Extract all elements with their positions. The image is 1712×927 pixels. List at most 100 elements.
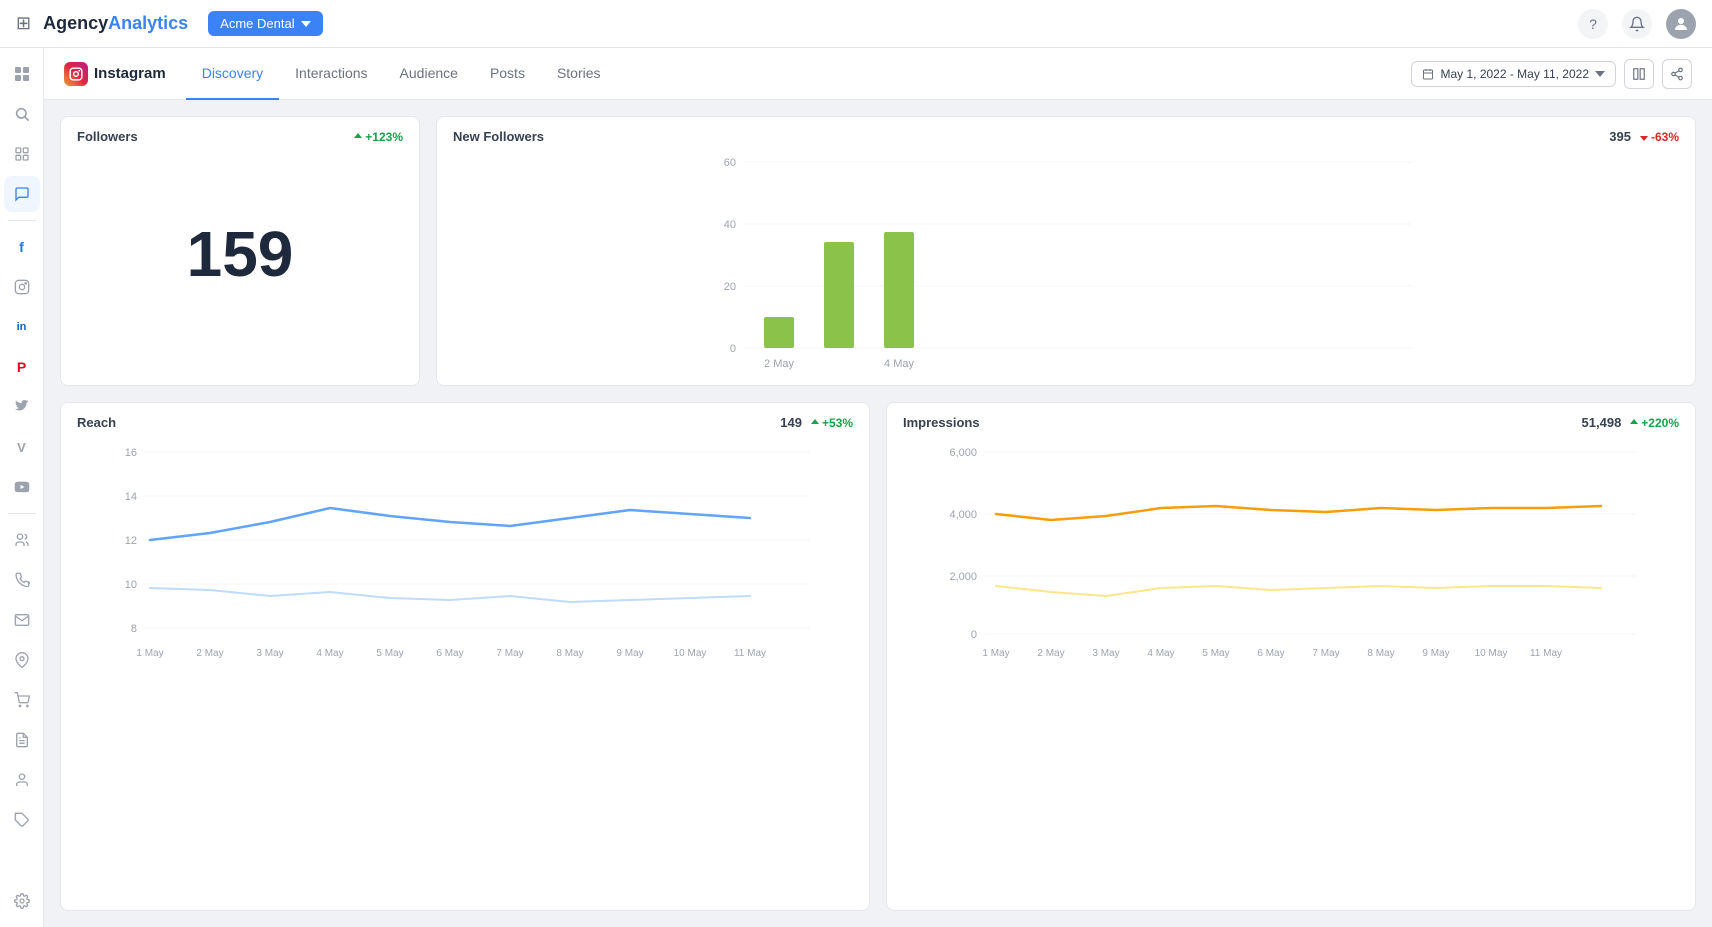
new-followers-value: 395 xyxy=(1609,129,1631,144)
svg-text:12: 12 xyxy=(125,535,137,547)
help-icon[interactable]: ? xyxy=(1578,9,1608,39)
followers-body: 159 xyxy=(61,152,419,372)
topbar: ⊞ AgencyAnalytics Acme Dental ? xyxy=(0,0,1712,48)
reach-up-icon xyxy=(810,418,820,428)
tab-posts[interactable]: Posts xyxy=(474,48,541,100)
svg-text:7 May: 7 May xyxy=(1312,648,1339,659)
svg-text:5 May: 5 May xyxy=(1202,648,1229,659)
reach-title: Reach xyxy=(77,415,116,430)
sidebar-item-widgets[interactable] xyxy=(4,136,40,172)
svg-text:3 May: 3 May xyxy=(1092,648,1119,659)
calendar-icon xyxy=(1422,68,1434,80)
sidebar-item-pinterest[interactable]: P xyxy=(4,349,40,385)
svg-text:11 May: 11 May xyxy=(734,648,766,659)
followers-title: Followers xyxy=(77,129,138,144)
sidebar-item-linkedin[interactable]: in xyxy=(4,309,40,345)
svg-text:9 May: 9 May xyxy=(616,648,643,659)
topbar-right: ? xyxy=(1578,9,1696,39)
content-area: Instagram Discovery Interactions Audienc… xyxy=(44,48,1712,927)
sidebar-item-mail[interactable] xyxy=(4,602,40,638)
impressions-value: 51,498 xyxy=(1582,415,1622,430)
dashboard: Followers +123% 159 New Followers xyxy=(44,100,1712,927)
logo-agency: Agency xyxy=(43,13,108,34)
impressions-up-icon xyxy=(1629,418,1639,428)
column-view-button[interactable] xyxy=(1624,59,1654,89)
navbar: Instagram Discovery Interactions Audienc… xyxy=(44,48,1712,100)
sidebar-item-twitter[interactable] xyxy=(4,389,40,425)
new-followers-title: New Followers xyxy=(453,129,544,144)
logo: AgencyAnalytics xyxy=(43,13,188,34)
svg-text:4 May: 4 May xyxy=(884,358,914,370)
tab-audience[interactable]: Audience xyxy=(384,48,474,100)
sidebar-item-vimeo[interactable]: V xyxy=(4,429,40,465)
sidebar-item-chat[interactable] xyxy=(4,176,40,212)
notification-icon[interactable] xyxy=(1622,9,1652,39)
svg-text:14: 14 xyxy=(125,491,137,503)
reach-header: Reach 149 +53% xyxy=(61,403,869,438)
share-button[interactable] xyxy=(1662,59,1692,89)
sidebar-item-user[interactable] xyxy=(4,762,40,798)
reach-badge: +53% xyxy=(810,416,853,430)
followers-card: Followers +123% 159 xyxy=(60,116,420,386)
main-layout: f in P V xyxy=(0,48,1712,927)
reach-line-chart: 16 14 12 10 8 xyxy=(77,438,853,668)
sidebar-item-facebook[interactable]: f xyxy=(4,229,40,265)
sidebar: f in P V xyxy=(0,48,44,927)
svg-text:16: 16 xyxy=(125,447,137,459)
reach-value: 149 xyxy=(780,415,802,430)
new-followers-bar-chart: 60 40 20 0 xyxy=(453,152,1679,372)
svg-text:4 May: 4 May xyxy=(316,648,343,659)
svg-text:1 May: 1 May xyxy=(136,648,163,659)
sidebar-divider xyxy=(8,220,36,221)
tab-discovery[interactable]: Discovery xyxy=(186,48,279,100)
grid-menu-icon[interactable]: ⊞ xyxy=(16,13,31,34)
dropdown-chevron-icon xyxy=(301,19,311,29)
sidebar-item-reports[interactable] xyxy=(4,722,40,758)
sidebar-item-cart[interactable] xyxy=(4,682,40,718)
svg-text:5 May: 5 May xyxy=(376,648,403,659)
svg-text:8 May: 8 May xyxy=(1367,648,1394,659)
impressions-header: Impressions 51,498 +220% xyxy=(887,403,1695,438)
svg-text:8 May: 8 May xyxy=(556,648,583,659)
followers-badge: +123% xyxy=(353,130,403,144)
svg-text:8: 8 xyxy=(131,623,137,635)
svg-text:20: 20 xyxy=(724,281,736,293)
svg-text:2 May: 2 May xyxy=(1037,648,1064,659)
svg-text:4,000: 4,000 xyxy=(949,509,977,521)
sidebar-item-tag[interactable] xyxy=(4,802,40,838)
date-range-label: May 1, 2022 - May 11, 2022 xyxy=(1440,67,1589,81)
sidebar-item-location[interactable] xyxy=(4,642,40,678)
sidebar-item-grid[interactable] xyxy=(4,56,40,92)
new-followers-chart: 60 40 20 0 xyxy=(437,152,1695,385)
svg-text:9 May: 9 May xyxy=(1422,648,1449,659)
svg-text:6 May: 6 May xyxy=(436,648,463,659)
tab-interactions[interactable]: Interactions xyxy=(279,48,383,100)
followers-value: 159 xyxy=(187,217,294,291)
svg-text:4 May: 4 May xyxy=(1147,648,1174,659)
svg-text:10 May: 10 May xyxy=(674,648,707,659)
svg-text:2 May: 2 May xyxy=(196,648,223,659)
svg-text:6,000: 6,000 xyxy=(949,447,977,459)
date-range-button[interactable]: May 1, 2022 - May 11, 2022 xyxy=(1411,61,1616,87)
impressions-title: Impressions xyxy=(903,415,980,430)
sidebar-item-instagram[interactable] xyxy=(4,269,40,305)
acme-dental-button[interactable]: Acme Dental xyxy=(208,11,322,36)
reach-card: Reach 149 +53% 16 1 xyxy=(60,402,870,911)
tab-stories[interactable]: Stories xyxy=(541,48,617,100)
new-followers-header-right: 395 -63% xyxy=(1609,129,1679,144)
svg-text:6 May: 6 May xyxy=(1257,648,1284,659)
svg-text:11 May: 11 May xyxy=(1530,648,1562,659)
new-followers-card: New Followers 395 -63% 60 xyxy=(436,116,1696,386)
svg-text:2 May: 2 May xyxy=(764,358,794,370)
svg-text:60: 60 xyxy=(724,157,736,169)
sidebar-item-people[interactable] xyxy=(4,522,40,558)
reach-chart: 16 14 12 10 8 xyxy=(61,438,869,681)
sidebar-item-settings[interactable] xyxy=(4,883,40,919)
instagram-brand-icon xyxy=(64,62,88,86)
sidebar-item-search[interactable] xyxy=(4,96,40,132)
user-avatar[interactable] xyxy=(1666,9,1696,39)
sidebar-item-youtube[interactable] xyxy=(4,469,40,505)
impressions-badge: +220% xyxy=(1629,416,1679,430)
impressions-header-right: 51,498 +220% xyxy=(1582,415,1679,430)
sidebar-item-phone[interactable] xyxy=(4,562,40,598)
